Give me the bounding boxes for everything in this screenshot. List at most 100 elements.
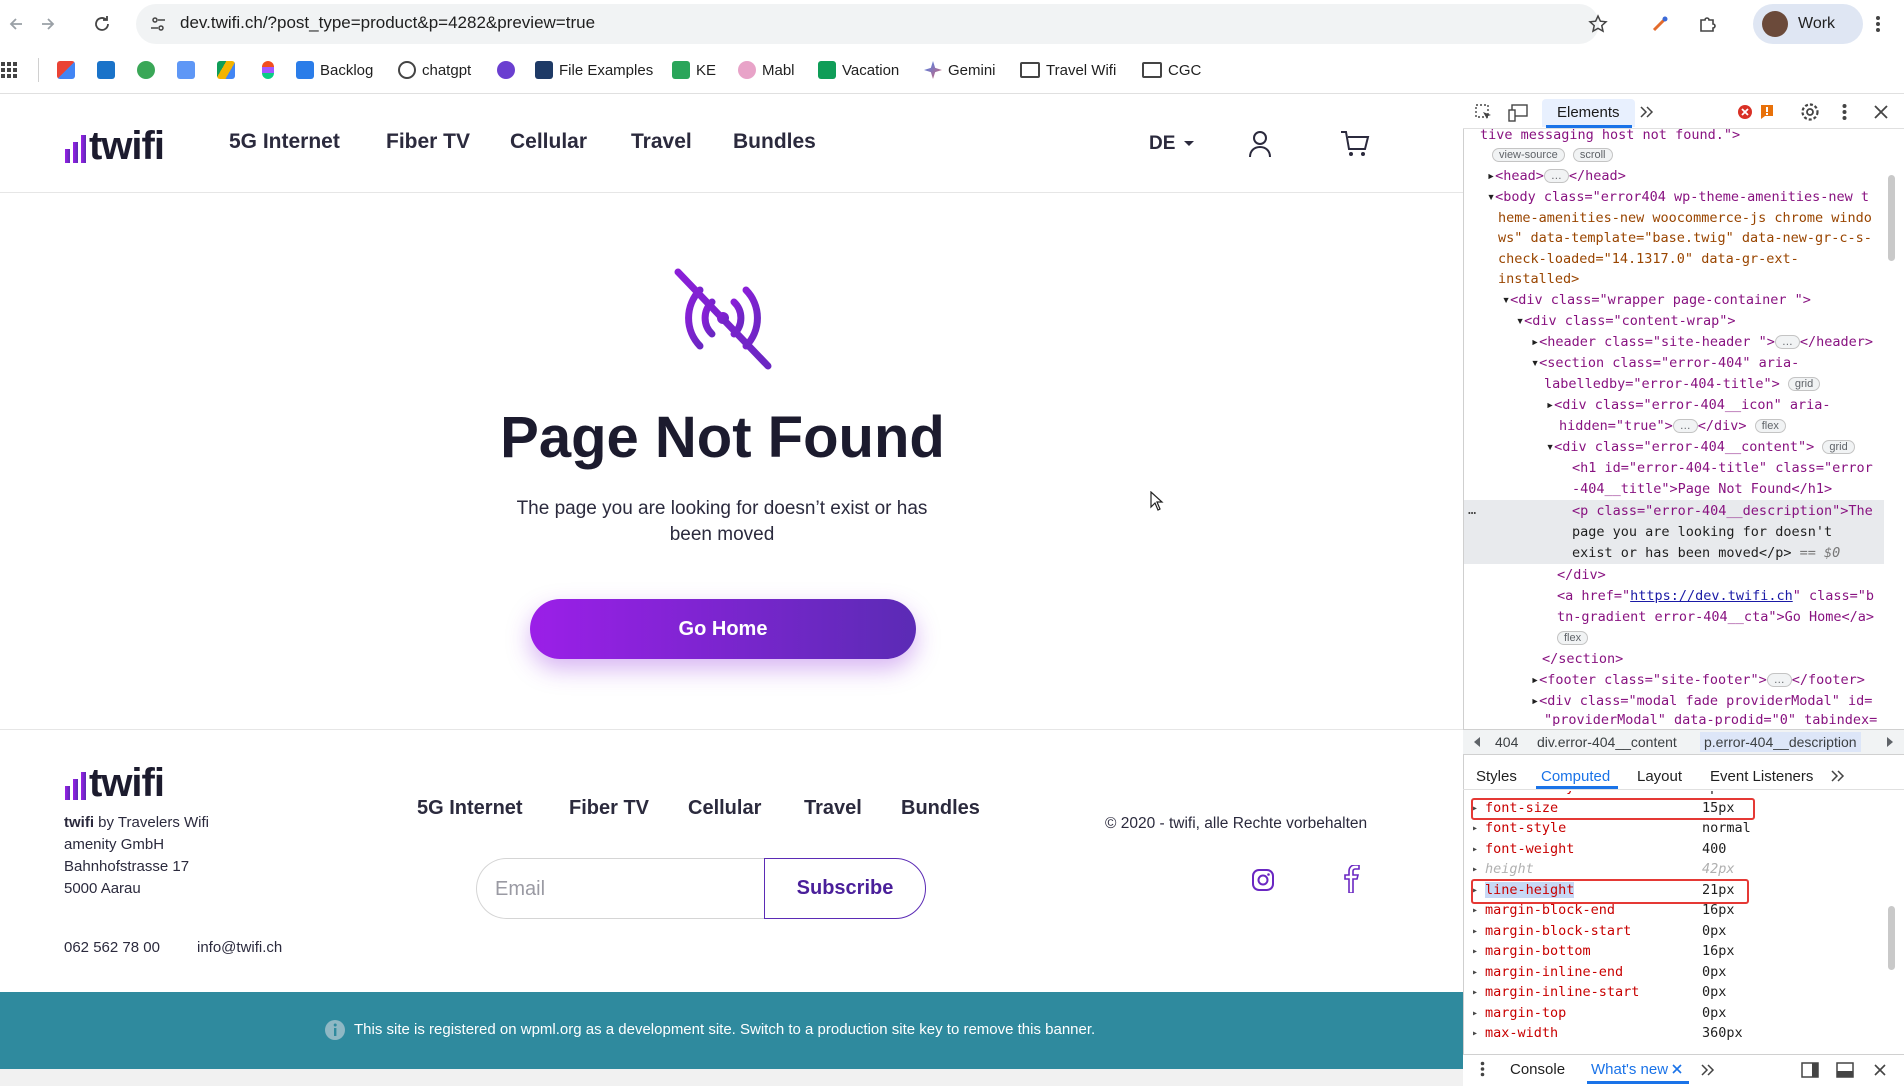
footer-nav-5g-internet[interactable]: 5G Internet [417,797,523,820]
device-toolbar-icon[interactable] [1507,102,1529,124]
dom-node-content[interactable]: ▾<div class="error-404__content"> grid [1546,439,1855,455]
url-text[interactable]: dev.twifi.ch/?post_type=product&p=4282&p… [180,13,595,33]
scroll-badge[interactable]: scroll [1572,148,1613,162]
view-source-badge[interactable]: view-source [1492,148,1565,162]
bookmark-figma[interactable] [262,59,274,81]
profile-chip[interactable]: Work [1753,4,1863,44]
footer-nav-bundles[interactable]: Bundles [901,797,980,820]
extensions-puzzle-icon[interactable] [1696,12,1720,36]
dock-bottom-icon[interactable] [1835,1060,1855,1080]
nav-cellular[interactable]: Cellular [510,130,587,154]
ellipsis-badge[interactable]: … [1766,673,1792,687]
expand-triangle-icon[interactable]: ▸ [1472,823,1478,834]
expand-triangle-icon[interactable]: ▸ [1472,987,1478,998]
dom-node-h1[interactable]: <h1 id="error-404-title" class="error [1572,460,1873,476]
bookmark-gmail[interactable] [57,59,81,81]
more-tabs-icon[interactable] [1637,102,1657,122]
breadcrumb-item[interactable]: div.error-404__content [1537,734,1677,750]
nav-bundles[interactable]: Bundles [733,130,816,154]
bookmark-file-examples[interactable]: File Examples [535,59,653,81]
tab-event-listeners[interactable]: Event Listeners [1710,768,1813,785]
bookmark-drive[interactable] [217,59,241,81]
bookmark-travel-wifi[interactable]: Travel Wifi [1020,59,1116,81]
bookmark-green-app[interactable] [137,59,161,81]
expand-triangle-icon[interactable]: ▸ [1472,1008,1478,1019]
nav-5g-internet[interactable]: 5G Internet [229,130,340,154]
settings-gear-icon[interactable] [1799,101,1821,123]
tab-layout[interactable]: Layout [1637,768,1682,785]
breadcrumb-item[interactable]: 404 [1495,734,1518,750]
reload-icon[interactable] [90,12,114,36]
bookmark-star-icon[interactable] [1586,12,1610,36]
elements-scrollbar[interactable] [1888,175,1895,261]
dom-node-p-selected[interactable]: <p class="error-404__description">The [1572,503,1873,519]
inspect-element-icon[interactable] [1473,102,1495,124]
dom-node-a[interactable]: <a href="https://dev.twifi.ch" class="b [1557,588,1874,604]
close-devtools-icon[interactable] [1870,101,1892,123]
expand-triangle-icon[interactable]: ▸ [1472,864,1478,875]
bookmark-cgc[interactable]: CGC [1142,59,1201,81]
bookmark-mabl[interactable]: Mabl [738,59,795,81]
expand-triangle-icon[interactable]: ▸ [1472,1028,1478,1039]
expand-triangle-icon[interactable]: ▸ [1472,967,1478,978]
dom-node-content-wrap[interactable]: ▾<div class="content-wrap"> [1516,313,1735,329]
more-subtabs-icon[interactable] [1828,766,1848,786]
computed-property-row[interactable]: ▸ font-weight 400 [1472,841,1889,861]
computed-property-row[interactable]: ▸ margin-block-start 0px [1472,923,1889,943]
expand-triangle-icon[interactable]: ▸ [1472,946,1478,957]
footer-nav-fiber-tv[interactable]: Fiber TV [569,797,649,820]
footer-phone[interactable]: 062 562 78 00 [64,939,160,956]
bookmark-vacation[interactable]: Vacation [818,59,899,81]
dom-node-icon[interactable]: ▸<div class="error-404__icon" aria- [1546,397,1830,413]
apps-grid-icon[interactable] [0,60,18,80]
tab-computed[interactable]: Computed [1541,768,1610,785]
href-link[interactable]: https://dev.twifi.ch [1630,588,1793,604]
forward-icon[interactable] [36,12,60,36]
ellipsis-badge[interactable]: … [1672,419,1698,433]
more-drawer-tabs-icon[interactable] [1699,1061,1717,1079]
grid-badge[interactable]: grid [1822,440,1855,454]
computed-property-row[interactable]: ▸ margin-top 0px [1472,1005,1889,1025]
computed-property-row[interactable]: ▸ max-width 360px [1472,1025,1889,1045]
tab-console[interactable]: Console [1510,1061,1565,1078]
close-drawer-icon[interactable] [1870,1060,1890,1080]
bookmark-chatgpt[interactable]: chatgpt [398,59,471,81]
tab-styles[interactable]: Styles [1476,768,1517,785]
site-logo[interactable]: twifi [63,124,165,169]
subscribe-button[interactable]: Subscribe [764,858,926,919]
dom-node-header[interactable]: ▸<header class="site-header ">… </header> [1531,334,1873,350]
dom-node-wrapper[interactable]: ▾<div class="wrapper page-container "> [1502,292,1811,308]
crumb-right-icon[interactable] [1884,733,1896,751]
issues-icon[interactable] [1758,103,1776,121]
footer-nav-travel[interactable]: Travel [804,797,862,820]
bookmark-translate[interactable] [177,59,201,81]
computed-property-row[interactable]: ▸ margin-block-end 16px [1472,902,1889,922]
computed-property-row[interactable]: ▸ font-style normal [1472,820,1889,840]
language-select[interactable]: DE [1149,133,1195,155]
dom-node-body[interactable]: ▾<body class="error404 wp-theme-amenitie… [1487,189,1869,205]
dom-node-footer[interactable]: ▸<footer class="site-footer">… </footer> [1531,672,1865,688]
cart-icon[interactable] [1339,129,1371,159]
computed-property-row[interactable]: ▸ height 42px [1472,861,1889,881]
bookmark-outlook[interactable] [97,59,121,81]
flex-badge[interactable]: flex [1557,631,1589,645]
bookmark-gemini[interactable]: Gemini [924,59,996,81]
footer-logo[interactable]: twifi [63,761,165,806]
ellipsis-badge[interactable]: … [1543,169,1569,183]
crumb-left-icon[interactable] [1471,733,1483,751]
instagram-icon[interactable] [1250,867,1276,893]
breadcrumb-item-selected[interactable]: p.error-404__description [1700,732,1861,752]
nav-fiber-tv[interactable]: Fiber TV [386,130,470,154]
bookmark-ke[interactable]: KE [672,59,716,81]
drawer-menu-icon[interactable] [1476,1059,1488,1079]
expand-triangle-icon[interactable]: ▸ [1472,905,1478,916]
extension-color-icon[interactable] [1648,12,1672,36]
horizontal-scrollbar[interactable] [0,1069,1463,1086]
go-home-button[interactable]: Go Home [530,599,916,659]
close-tab-icon[interactable] [1670,1062,1684,1076]
computed-property-row[interactable]: ▸ margin-bottom 16px [1472,943,1889,963]
tab-elements[interactable]: Elements [1557,104,1620,121]
bookmark-backlog[interactable]: Backlog [296,59,373,81]
dock-side-icon[interactable] [1800,1060,1820,1080]
error-icon[interactable] [1736,103,1754,121]
